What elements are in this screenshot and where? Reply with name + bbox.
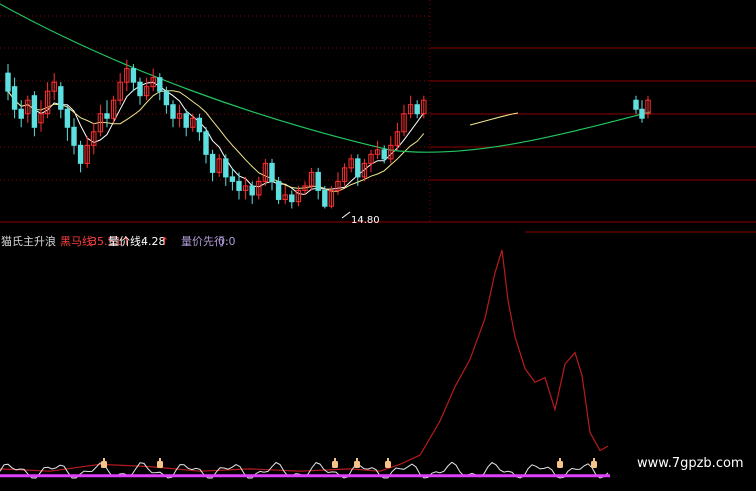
candle-down xyxy=(249,185,255,196)
candle-down xyxy=(322,189,328,207)
candle-down xyxy=(209,153,216,173)
ma-mid-line xyxy=(7,90,425,192)
low-price-label: 14.80 xyxy=(351,215,380,226)
hand-signal-icon xyxy=(157,461,163,468)
candle-down xyxy=(289,194,295,203)
low-pointer xyxy=(341,211,351,219)
candle-down xyxy=(269,162,275,182)
candle-down xyxy=(71,126,77,146)
candle-down xyxy=(157,77,163,92)
candle-down xyxy=(414,104,420,115)
indicator-red-line xyxy=(0,249,609,472)
candle-down xyxy=(5,72,11,92)
indicator-name: 猫氏主升浪 xyxy=(1,235,56,248)
candle-down xyxy=(223,158,229,178)
hand-signal-icon xyxy=(101,461,107,468)
candle-down xyxy=(203,131,209,155)
ma-long-line xyxy=(0,3,651,153)
indicator-lines xyxy=(0,249,610,479)
candle-down xyxy=(18,108,24,119)
legend-item2-label: 量价线: xyxy=(108,235,145,248)
hand-signal-icon-finger xyxy=(559,458,561,462)
moving-average-lines xyxy=(0,3,651,196)
hand-signal-icon xyxy=(332,461,338,468)
legend-item3-value: 0.0 xyxy=(218,235,236,248)
hand-signal-icon-finger xyxy=(334,458,336,462)
hand-signal-icon xyxy=(591,461,597,468)
hand-signal-icon-finger xyxy=(387,458,389,462)
candle-down xyxy=(196,117,203,133)
candle-down xyxy=(77,144,84,164)
watermark: www.7gpzb.com xyxy=(637,456,744,471)
candle-down xyxy=(137,81,143,97)
ma-mid-line-ext xyxy=(469,112,519,126)
candle-down xyxy=(170,104,176,119)
candle-down xyxy=(381,149,387,160)
hand-signal-icon xyxy=(557,461,563,468)
candle-down xyxy=(130,68,137,83)
signal-markers xyxy=(101,458,597,468)
hand-signal-icon-finger xyxy=(593,458,595,462)
candle-down xyxy=(633,99,639,110)
candle-down xyxy=(104,113,110,119)
candle-down xyxy=(229,176,236,182)
hand-signal-icon xyxy=(354,461,360,468)
candle-down xyxy=(58,86,64,110)
candle-down xyxy=(275,180,282,200)
candle-down xyxy=(355,158,361,178)
hand-signal-icon-finger xyxy=(356,458,358,462)
candle-down xyxy=(236,180,242,191)
candle-down xyxy=(163,90,170,106)
candle-down xyxy=(31,95,38,128)
candle-down xyxy=(64,108,71,128)
candle-down xyxy=(315,171,321,191)
candle-down xyxy=(639,108,645,119)
candle-down xyxy=(11,86,18,110)
legend-item2-arrow-icon: ↑ xyxy=(160,235,170,248)
candle-down xyxy=(183,113,189,128)
hand-signal-icon-finger xyxy=(159,458,161,462)
hand-signal-icon xyxy=(385,461,391,468)
hand-signal-icon-finger xyxy=(103,458,105,462)
